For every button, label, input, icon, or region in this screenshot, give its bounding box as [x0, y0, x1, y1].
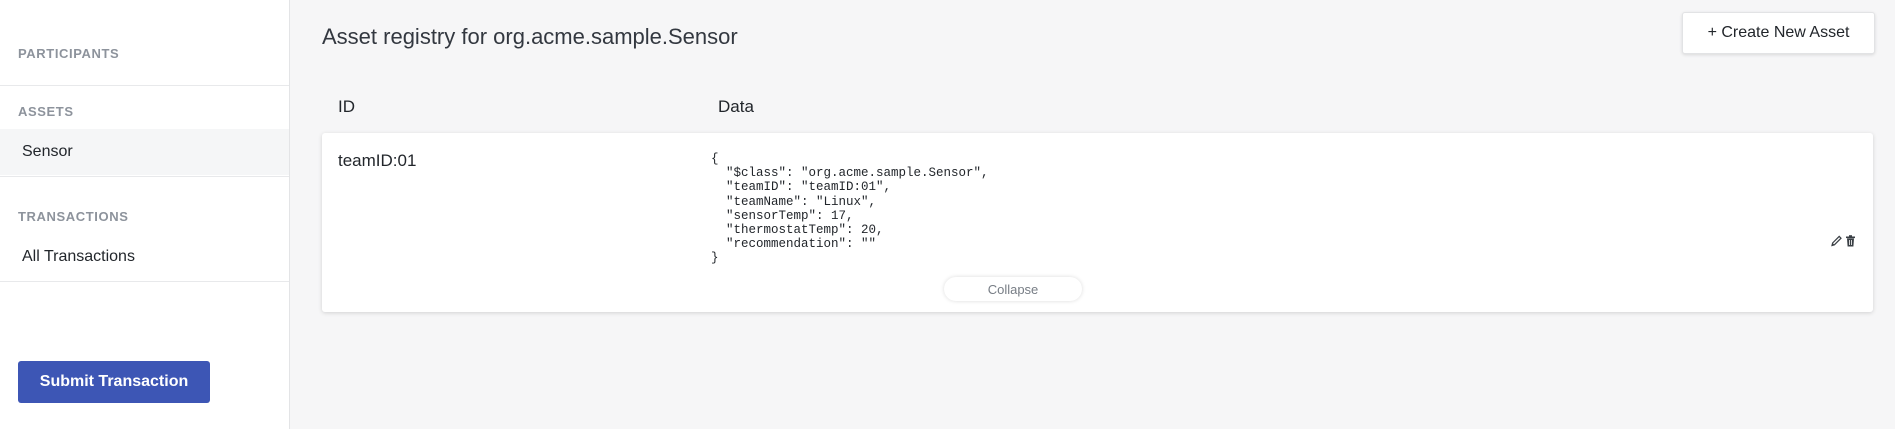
- pencil-icon[interactable]: [1829, 233, 1843, 249]
- sidebar-divider: [0, 176, 289, 177]
- sidebar-divider: [0, 85, 289, 86]
- sidebar: PARTICIPANTS ASSETS Sensor TRANSACTIONS …: [0, 0, 290, 429]
- sidebar-item-sensor[interactable]: Sensor: [0, 129, 289, 175]
- assets-heading: ASSETS: [18, 104, 74, 119]
- column-header-id: ID: [338, 97, 355, 116]
- submit-transaction-button[interactable]: Submit Transaction: [18, 361, 210, 403]
- sidebar-item-label: All Transactions: [22, 248, 135, 265]
- sidebar-item-label: Sensor: [22, 143, 73, 160]
- participants-heading: PARTICIPANTS: [18, 46, 120, 61]
- sidebar-item-all-transactions[interactable]: All Transactions: [0, 234, 289, 280]
- column-header-data: Data: [718, 97, 754, 116]
- app: PARTICIPANTS ASSETS Sensor TRANSACTIONS …: [0, 0, 1895, 429]
- table-row: teamID:01 { "$class": "org.acme.sample.S…: [322, 133, 1873, 312]
- asset-data-json: { "$class": "org.acme.sample.Sensor", "t…: [711, 152, 989, 266]
- asset-id: teamID:01: [338, 151, 417, 170]
- create-new-asset-button[interactable]: + Create New Asset: [1682, 12, 1875, 54]
- sidebar-divider: [0, 281, 289, 282]
- collapse-button[interactable]: Collapse: [944, 277, 1082, 301]
- page-title: Asset registry for org.acme.sample.Senso…: [322, 24, 738, 49]
- transactions-heading: TRANSACTIONS: [18, 209, 129, 224]
- trash-icon[interactable]: [1844, 233, 1858, 249]
